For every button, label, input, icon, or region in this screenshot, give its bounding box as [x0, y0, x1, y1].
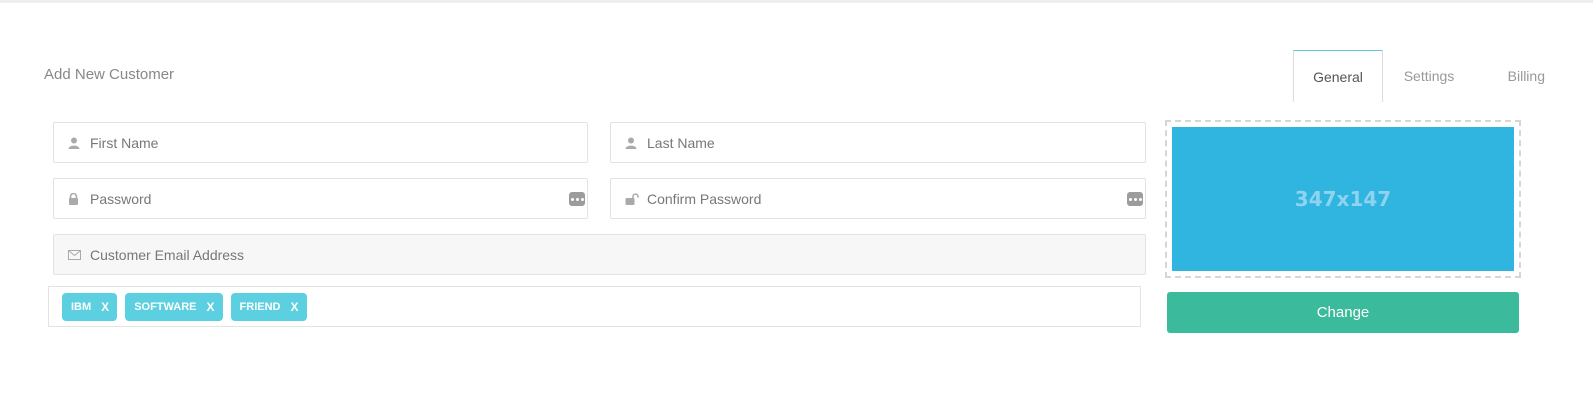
image-placeholder: 347x147 [1172, 127, 1514, 271]
tag-friend: FRIEND X [230, 292, 307, 321]
tag-ibm: IBM X [62, 292, 118, 321]
tag-label: FRIEND [239, 300, 281, 313]
first-name-input[interactable] [90, 123, 587, 162]
show-confirm-password-button[interactable] [1127, 192, 1143, 206]
remove-tag-button[interactable]: X [291, 300, 299, 314]
first-name-field [53, 122, 588, 163]
tab-bar: General Settings Billing [1293, 50, 1545, 102]
tab-billing[interactable]: Billing [1475, 50, 1545, 102]
remove-tag-button[interactable]: X [101, 300, 109, 314]
show-password-button[interactable] [569, 192, 585, 206]
tags-input[interactable]: IBM X SOFTWARE X FRIEND X [48, 286, 1141, 327]
remove-tag-button[interactable]: X [207, 300, 215, 314]
password-input[interactable] [90, 179, 587, 218]
top-border [0, 0, 1593, 3]
page-title: Add New Customer [44, 66, 175, 83]
password-field [53, 178, 588, 219]
email-input[interactable] [90, 235, 1145, 274]
tag-label: SOFTWARE [134, 300, 197, 313]
tag-software: SOFTWARE X [125, 292, 223, 321]
confirm-password-field [610, 178, 1146, 219]
email-field [53, 234, 1146, 275]
image-upload-frame: 347x147 [1165, 120, 1521, 278]
tab-settings[interactable]: Settings [1383, 50, 1475, 102]
unlock-icon [611, 192, 647, 205]
confirm-password-input[interactable] [647, 179, 1145, 218]
user-icon [54, 137, 90, 149]
tab-general[interactable]: General [1293, 50, 1383, 102]
tag-label: IBM [71, 300, 92, 313]
user-icon [611, 137, 647, 149]
lock-icon [54, 192, 90, 205]
envelope-icon [54, 249, 90, 260]
last-name-field [610, 122, 1146, 163]
change-image-button[interactable]: Change [1167, 292, 1519, 333]
last-name-input[interactable] [647, 123, 1145, 162]
